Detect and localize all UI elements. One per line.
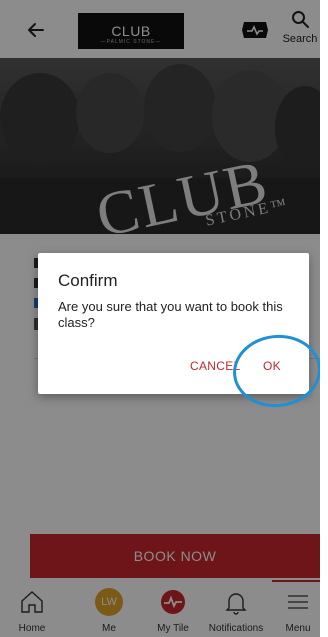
app-screen: CLUB —PALMIC STONE— Search CLUB STONE™ B…: [0, 0, 320, 637]
dialog-message: Are you sure that you want to book this …: [58, 299, 283, 330]
dialog-title: Confirm: [58, 271, 118, 290]
ok-button[interactable]: OK: [263, 359, 281, 373]
confirm-dialog: Confirm Are you sure that you want to bo…: [38, 253, 309, 394]
cancel-button[interactable]: CANCEL: [190, 359, 240, 373]
screen-edge: [320, 0, 328, 637]
